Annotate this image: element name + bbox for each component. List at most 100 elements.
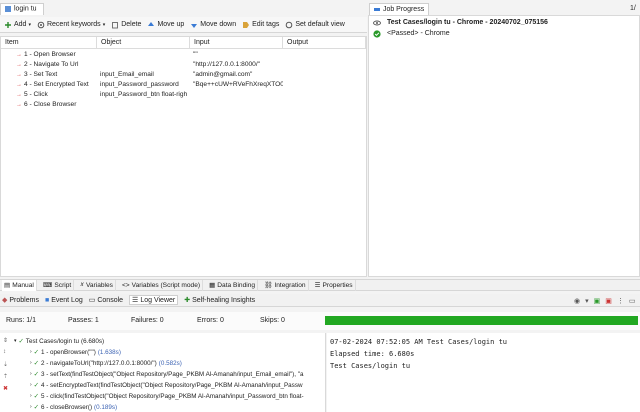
table-row[interactable]: → 2 - Navigate To Url "http://127.0.0.1:8… (1, 60, 366, 70)
step-arrow-icon: → (16, 102, 22, 108)
step-input[interactable] (190, 100, 283, 110)
editor-tab-login-tu[interactable]: login tu (0, 3, 44, 15)
tab-script-label: Script (54, 281, 72, 289)
tab-problems-label: Problems (9, 296, 39, 304)
tab-variables-script-mode[interactable]: <> Variables (Script mode) (120, 279, 204, 291)
log-tree-item[interactable]: › ✓ 4 - setEncryptedText(findTestObject(… (30, 380, 324, 390)
tab-console[interactable]: ▭ Console (89, 296, 123, 305)
show-failed-icon[interactable]: ⇡ (3, 373, 11, 381)
chevron-down-icon[interactable]: ▾ (585, 297, 589, 305)
step-object[interactable] (97, 60, 190, 70)
column-header-object[interactable]: Object (97, 37, 190, 49)
filter-icon[interactable]: ⇣ (3, 361, 11, 369)
tab-properties[interactable]: ☰ Properties (313, 279, 356, 291)
chevron-right-icon: › (30, 360, 32, 366)
move-up-button[interactable]: Move up (147, 21, 184, 29)
log-item-time: (1.638s) (97, 348, 121, 356)
collapse-all-icon[interactable]: ↕ (3, 349, 11, 357)
add-button[interactable]: Add ▾ (4, 21, 31, 29)
log-item-label: 1 - openBrowser("") (40, 348, 96, 356)
log-tree-item[interactable]: › ✓ 5 - click(findTestObject("Object Rep… (30, 391, 324, 401)
set-default-view-button[interactable]: Set default view (285, 21, 345, 29)
log-line: Elapsed time: 6.680s (330, 350, 415, 358)
job-progress-tab[interactable]: Job Progress (369, 3, 429, 15)
step-object[interactable] (97, 50, 190, 60)
job-status-row: <Passed> - Chrome (373, 28, 450, 39)
progress-icon (373, 5, 381, 13)
log-tree-item[interactable]: › ✓ 6 - closeBrowser() (0.189s) (30, 402, 324, 412)
log-item-label: 5 - click(findTestObject("Object Reposit… (40, 392, 304, 400)
minimize-icon[interactable]: ▭ (629, 297, 636, 305)
table-row[interactable]: → 6 - Close Browser (1, 100, 366, 110)
step-object[interactable] (97, 100, 190, 110)
table-row[interactable]: → 4 - Set Encrypted Text input_Password_p… (1, 80, 366, 90)
error-icon[interactable]: ✖ (3, 385, 11, 393)
column-header-input[interactable]: Input (190, 37, 283, 49)
passed-icon: ✓ (33, 359, 39, 367)
recent-keywords-button[interactable]: Recent keywords ▾ (37, 21, 105, 29)
column-header-item[interactable]: Item (1, 37, 97, 49)
log-root-label: Test Cases/login tu (25, 337, 79, 345)
chevron-right-icon: › (30, 349, 32, 355)
integration-icon: ⛓ (264, 282, 273, 289)
tab-log-viewer[interactable]: ☰ Log Viewer (129, 295, 179, 305)
step-item: 4 - Set Encrypted Text (24, 81, 89, 88)
step-object[interactable]: input_Email_email (97, 70, 190, 80)
column-header-output[interactable]: Output (283, 37, 366, 49)
log-tree-root[interactable]: ▾ ✓ Test Cases/login tu (6.680s) (14, 336, 324, 346)
log-tree-item[interactable]: › ✓ 2 - navigateToUrl("http://127.0.0.1:… (30, 358, 324, 368)
move-down-label: Move down (200, 21, 237, 28)
edit-tags-button[interactable]: Edit tags (242, 21, 279, 29)
step-object[interactable]: input_Password_password (97, 80, 190, 90)
delete-button[interactable]: Delete (111, 21, 141, 29)
tab-self-healing-insights[interactable]: ✚ Self-healing Insights (184, 296, 255, 305)
log-item-label: 6 - closeBrowser() (40, 403, 93, 411)
step-input[interactable]: "admin@gmail.com" (190, 70, 283, 80)
tab-data-binding[interactable]: ▦ Data Binding (207, 279, 259, 291)
tab-integration[interactable]: ⛓ Integration (262, 279, 309, 291)
log-tree: ⇕ ↕ ⇣ ⇡ ✖ ▾ ✓ Test Cases/login tu (6.680… (0, 333, 326, 412)
data-binding-icon: ▦ (209, 282, 216, 289)
passed-icon: ✓ (33, 370, 39, 378)
editor-bottom-tabs: ▤ Manual ⌨ Script 𝑥 Variables <> Variables (… (0, 279, 640, 291)
tab-problems[interactable]: ◆ Problems (2, 296, 39, 305)
add-icon (4, 21, 12, 29)
eye-icon[interactable]: ◉ (574, 297, 580, 305)
step-arrow-icon: → (16, 52, 22, 58)
step-output[interactable] (283, 50, 366, 60)
step-output[interactable] (283, 60, 366, 70)
passed-icon: ✓ (33, 392, 39, 400)
expand-all-icon[interactable]: ⇕ (3, 337, 11, 345)
step-output[interactable] (283, 80, 366, 90)
step-input[interactable]: "" (190, 50, 283, 60)
tab-variables-label: Variables (85, 281, 113, 289)
tab-manual[interactable]: ▤ Manual (2, 279, 37, 291)
passed-check-icon (373, 29, 381, 38)
recent-keywords-label: Recent keywords (46, 21, 101, 28)
pass-filter-icon[interactable]: ▣ (594, 297, 601, 305)
editor-tab-label: login tu (13, 5, 37, 13)
table-row[interactable]: → 3 - Set Text input_Email_email "admin@g… (1, 70, 366, 80)
chevron-right-icon: › (30, 371, 32, 377)
step-input[interactable]: "http://127.0.0.1:8000/" (190, 60, 283, 70)
fail-filter-icon[interactable]: ▣ (605, 297, 612, 305)
skips-count: Skips: 0 (260, 317, 285, 324)
tab-event-log[interactable]: ■ Event Log (45, 297, 83, 304)
step-output[interactable] (283, 90, 366, 100)
tab-variables[interactable]: 𝑥 Variables (78, 279, 116, 291)
event-log-icon: ■ (44, 296, 50, 304)
log-tree-item[interactable]: › ✓ 3 - setText(findTestObject("Object R… (30, 369, 324, 379)
menu-icon[interactable]: ⋮ (617, 297, 624, 305)
step-object[interactable]: input_Password_btn float-righ (97, 90, 190, 100)
step-output[interactable] (283, 70, 366, 80)
log-tree-item[interactable]: › ✓ 1 - openBrowser("") (1.638s) (30, 347, 324, 357)
tab-script[interactable]: ⌨ Script (41, 279, 75, 291)
table-row[interactable]: → 5 - Click input_Password_btn float-righ (1, 90, 366, 100)
log-item-time: (0.582s) (158, 359, 182, 367)
job-item[interactable]: Test Cases/login tu - Chrome - 20240702_… (373, 17, 548, 28)
step-input[interactable] (190, 90, 283, 100)
table-row[interactable]: → 1 - Open Browser "" (1, 50, 366, 60)
move-down-button[interactable]: Move down (190, 21, 236, 29)
step-output[interactable] (283, 100, 366, 110)
step-input[interactable]: "Bqe++cUW+RVeFhXreqXTO0 (190, 80, 283, 90)
